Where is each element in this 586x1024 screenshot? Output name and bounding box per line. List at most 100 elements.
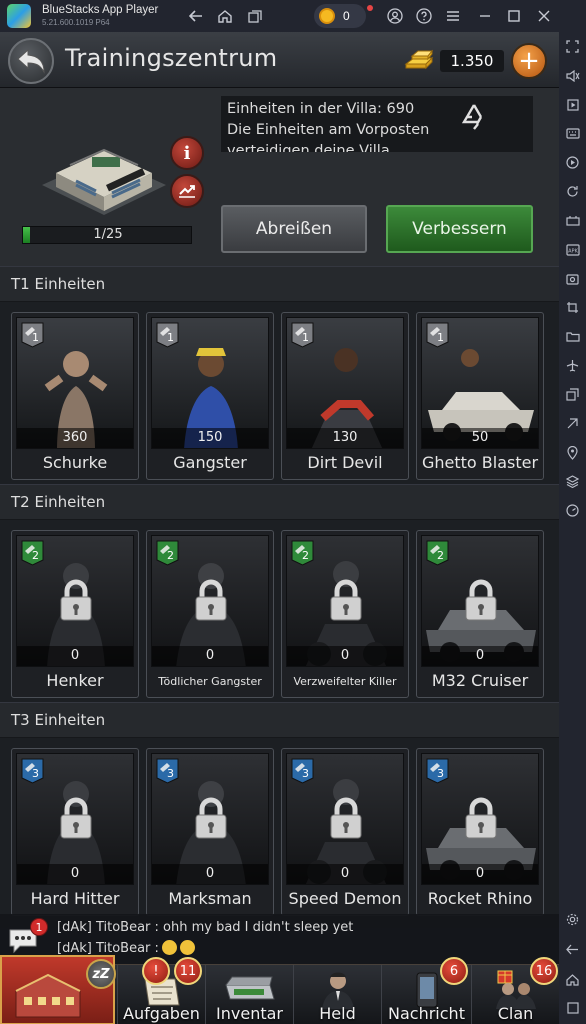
account-icon[interactable]: [384, 5, 406, 27]
unit-card[interactable]: 2 0 Tödlicher Gangster: [146, 530, 274, 698]
lock-icon: [330, 579, 362, 621]
lock-icon: [60, 797, 92, 839]
rotate-icon[interactable]: [564, 184, 581, 199]
unit-card[interactable]: 1 50 Ghetto Blaster: [416, 312, 544, 480]
tier-number: 2: [302, 549, 309, 562]
screen-header: Trainingszentrum 1.350 +: [0, 32, 559, 88]
minimize-icon[interactable]: [474, 5, 496, 27]
unit-card[interactable]: 3 0 Hard Hitter: [11, 748, 139, 916]
sidebar-back-icon[interactable]: [564, 942, 581, 957]
crop-icon[interactable]: [564, 300, 581, 315]
maximize-icon[interactable]: [503, 5, 525, 27]
bottom-navigation: zZ ! 11 Aufgaben Inventar Held 6 Nachric…: [0, 955, 559, 1024]
volume-icon[interactable]: [564, 68, 581, 83]
record-icon[interactable]: [564, 155, 581, 170]
bluestacks-coins[interactable]: 0: [314, 4, 366, 28]
multi-window-icon[interactable]: [244, 5, 266, 27]
folder-icon[interactable]: [564, 329, 581, 344]
recycle-icon[interactable]: [457, 100, 491, 134]
hero-icon: [321, 972, 354, 1009]
tier-badge: 1: [156, 322, 179, 348]
unit-count: 0: [287, 864, 403, 884]
back-arrow-icon: [17, 48, 45, 74]
unit-card[interactable]: 2 0 Henker: [11, 530, 139, 698]
tier-number: 3: [32, 767, 39, 780]
tier-badge: 1: [426, 322, 449, 348]
close-icon[interactable]: [533, 5, 555, 27]
page-title: Trainingszentrum: [65, 44, 278, 72]
section-header-t3: T3 Einheiten: [0, 702, 559, 738]
lock-icon: [60, 579, 92, 621]
multi-instance-icon[interactable]: [564, 387, 581, 402]
location-icon[interactable]: [564, 445, 581, 460]
training-center-building-image[interactable]: [32, 123, 172, 218]
unit-card[interactable]: 3 0 Rocket Rhino: [416, 748, 544, 916]
unit-card[interactable]: 1 130 Dirt Devil: [281, 312, 409, 480]
nav-aufgaben[interactable]: ! 11 Aufgaben: [117, 957, 205, 1024]
unit-name: Rocket Rhino: [427, 889, 533, 908]
chat-message-text: [dAk] TitoBear : ohh my bad I didn't sle…: [57, 920, 354, 935]
keyboard-icon[interactable]: [564, 126, 581, 141]
home-icon[interactable]: [214, 5, 236, 27]
airplane-icon[interactable]: [564, 358, 581, 373]
level-progress-bar: 1/25: [22, 226, 192, 244]
nav-label: Inventar: [216, 1004, 283, 1023]
unit-card[interactable]: 3 0 Marksman: [146, 748, 274, 916]
coin-count: 0: [343, 9, 350, 23]
sidebar-home-icon[interactable]: [564, 972, 581, 987]
demolish-button[interactable]: Abreißen: [221, 205, 367, 253]
back-button[interactable]: [8, 38, 54, 84]
unit-card[interactable]: 2 0 M32 Cruiser: [416, 530, 544, 698]
notification-dot: [367, 5, 373, 11]
settings-icon[interactable]: [564, 912, 581, 927]
menu-icon[interactable]: [442, 5, 464, 27]
fullscreen-icon[interactable]: [564, 39, 581, 54]
layers-icon[interactable]: [564, 474, 581, 489]
gold-amount: 1.350: [440, 50, 504, 72]
unit-row-t2: 2 0 Henker 2 0 Tödlicher Gangster 2 0 Verzweifel…: [0, 520, 559, 710]
unit-portrait: 20: [421, 535, 539, 667]
unit-portrait: 20: [16, 535, 134, 667]
performance-icon[interactable]: [564, 503, 581, 518]
lock-icon: [195, 579, 227, 621]
unit-portrait: 1 360: [16, 317, 134, 449]
screenshot-icon[interactable]: [564, 271, 581, 286]
macro-icon[interactable]: [564, 213, 581, 228]
back-arrow-icon[interactable]: [185, 5, 207, 27]
unit-portrait: 30: [151, 753, 269, 885]
window-version: 5.21.600.1019 P64: [42, 18, 110, 28]
help-icon[interactable]: [413, 5, 435, 27]
unit-count: 0: [17, 646, 133, 666]
add-gold-button[interactable]: +: [511, 43, 547, 79]
sleep-indicator[interactable]: zZ: [86, 959, 116, 989]
nav-held[interactable]: Held: [293, 965, 381, 1024]
nav-label: Nachricht: [388, 1004, 465, 1023]
unit-card[interactable]: 3 0 Speed Demon: [281, 748, 409, 916]
info-line: verteidigen deine Villa: [227, 143, 390, 152]
tier-badge: 2: [426, 540, 449, 566]
unit-card[interactable]: 2 0 Verzweifelter Killer: [281, 530, 409, 698]
upgrade-button[interactable]: Verbessern: [386, 205, 533, 253]
sidebar-recents-icon[interactable]: [564, 1000, 581, 1015]
unit-name: Schurke: [42, 453, 108, 472]
media-icon[interactable]: [564, 97, 581, 112]
stats-button[interactable]: [170, 174, 204, 208]
unit-card[interactable]: 1 150 Gangster: [146, 312, 274, 480]
nav-nachricht[interactable]: 6 Nachricht: [381, 957, 471, 1024]
section-header-t2: T2 Einheiten: [0, 484, 559, 520]
inventory-icon: [224, 976, 275, 1000]
aufgaben-badge: 11: [174, 957, 202, 985]
window-title: BlueStacks App Player: [42, 3, 159, 16]
unit-count: 360: [17, 428, 133, 448]
info-icon: i: [183, 142, 191, 164]
unit-card[interactable]: 1 360 Schurke: [11, 312, 139, 480]
tier-number: 1: [32, 331, 39, 344]
tier-badge: 2: [21, 540, 44, 566]
apk-icon[interactable]: APK: [564, 242, 581, 257]
nav-inventar[interactable]: Inventar: [205, 965, 293, 1024]
bluestacks-window: BlueStacks App Player 5.21.600.1019 P64 …: [0, 0, 586, 1024]
tier-number: 3: [437, 767, 444, 780]
info-button[interactable]: i: [170, 136, 204, 170]
eco-mode-icon[interactable]: [564, 416, 581, 431]
nav-clan[interactable]: 16 Clan: [471, 957, 559, 1024]
